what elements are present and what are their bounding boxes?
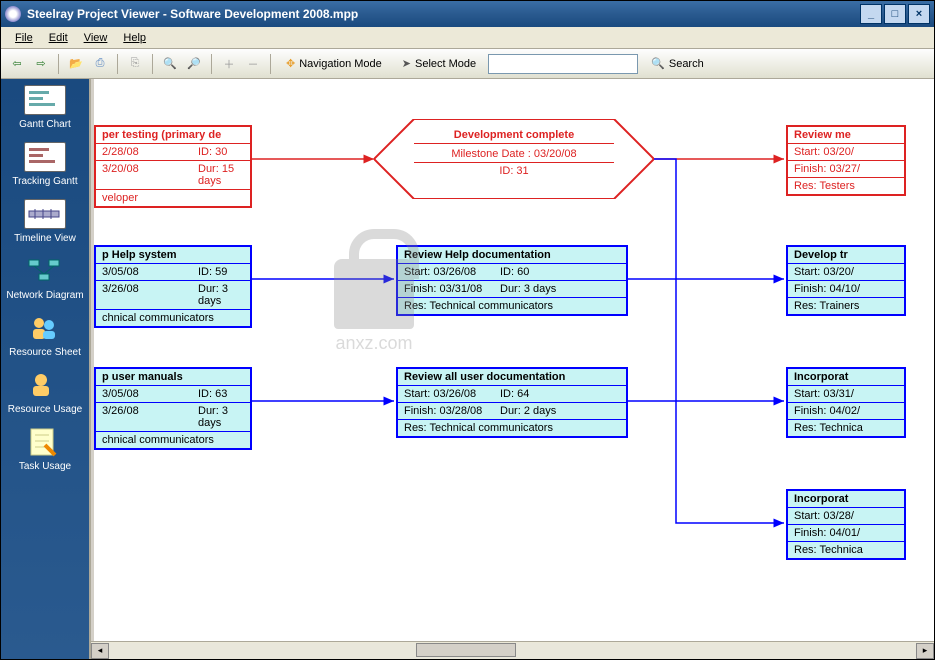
horizontal-scrollbar[interactable]: ◂ ▸	[91, 641, 934, 659]
select-mode-label: Select Mode	[415, 58, 476, 70]
sidebar-item-resource-sheet[interactable]: Resource Sheet	[1, 307, 89, 364]
resource-sheet-icon	[24, 313, 66, 343]
nav-mode-icon: ✥	[286, 57, 295, 70]
task-node-developer-testing[interactable]: per testing (primary de 2/28/08ID: 30 3/…	[94, 125, 252, 208]
node-title: Review me	[788, 127, 904, 144]
menu-help[interactable]: Help	[115, 30, 154, 46]
nav-mode-label: Navigation Mode	[299, 58, 382, 70]
toolbar: ⇦ ⇨ 📂 ⎙ ⎘ 🔍 🔎 ＋ － ✥ Navigation Mode ➤ Se…	[1, 49, 934, 79]
sidebar-item-gantt-chart[interactable]: Gantt Chart	[1, 79, 89, 136]
node-title: p Help system	[96, 247, 250, 264]
node-title: Incorporat	[788, 491, 904, 508]
print-icon[interactable]: ⎙	[90, 54, 110, 74]
separator	[117, 54, 118, 74]
timeline-icon	[24, 199, 66, 229]
select-mode-button[interactable]: ➤ Select Mode	[394, 55, 484, 72]
navigation-mode-button[interactable]: ✥ Navigation Mode	[278, 55, 390, 72]
menu-view[interactable]: View	[76, 30, 116, 46]
select-mode-icon: ➤	[402, 57, 411, 70]
zoom-out-icon[interactable]: 🔎	[184, 54, 204, 74]
expand-icon[interactable]: ＋	[219, 54, 239, 74]
sidebar-label: Resource Usage	[8, 404, 82, 415]
sidebar-item-timeline-view[interactable]: Timeline View	[1, 193, 89, 250]
node-title: per testing (primary de	[96, 127, 250, 144]
task-node-develop-tr[interactable]: Develop tr Start: 03/20/ Finish: 04/10/ …	[786, 245, 906, 316]
window-controls: _ □ ×	[860, 4, 930, 24]
menu-edit[interactable]: Edit	[41, 30, 76, 46]
sidebar-label: Tracking Gantt	[12, 176, 77, 187]
separator	[152, 54, 153, 74]
node-title: Incorporat	[788, 369, 904, 386]
network-diagram-canvas[interactable]: per testing (primary de 2/28/08ID: 30 3/…	[91, 79, 934, 641]
task-node-review-all[interactable]: Review all user documentation Start: 03/…	[396, 367, 628, 438]
task-usage-icon	[24, 427, 66, 457]
milestone-date: Milestone Date : 03/20/08	[414, 146, 614, 163]
close-button[interactable]: ×	[908, 4, 930, 24]
scroll-thumb[interactable]	[416, 643, 516, 657]
canvas-wrap: per testing (primary de 2/28/08ID: 30 3/…	[91, 79, 934, 659]
milestone-title: Development complete	[414, 127, 614, 144]
separator	[270, 54, 271, 74]
gantt-chart-icon	[24, 85, 66, 115]
main-area: Gantt Chart Tracking Gantt Timeline View…	[1, 79, 934, 659]
app-icon	[5, 6, 21, 22]
milestone-node-development-complete[interactable]: Development complete Milestone Date : 03…	[374, 119, 654, 199]
maximize-button[interactable]: □	[884, 4, 906, 24]
node-title: Develop tr	[788, 247, 904, 264]
task-node-help-system[interactable]: p Help system 3/05/08ID: 59 3/26/08Dur: …	[94, 245, 252, 328]
search-input[interactable]	[488, 54, 638, 74]
tracking-gantt-icon	[24, 142, 66, 172]
task-node-review-me[interactable]: Review me Start: 03/20/ Finish: 03/27/ R…	[786, 125, 906, 196]
separator	[211, 54, 212, 74]
window-title: Steelray Project Viewer - Software Devel…	[27, 7, 860, 21]
search-label: Search	[669, 58, 704, 70]
separator	[58, 54, 59, 74]
scroll-right-button[interactable]: ▸	[916, 643, 934, 659]
sidebar-label: Timeline View	[14, 233, 76, 244]
task-node-incorporate-2[interactable]: Incorporat Start: 03/28/ Finish: 04/01/ …	[786, 489, 906, 560]
network-diagram-icon	[24, 256, 66, 286]
search-button[interactable]: 🔍 Search	[642, 54, 713, 73]
sidebar: Gantt Chart Tracking Gantt Timeline View…	[1, 79, 91, 659]
sidebar-label: Resource Sheet	[9, 347, 81, 358]
sidebar-item-tracking-gantt[interactable]: Tracking Gantt	[1, 136, 89, 193]
menu-file[interactable]: File	[7, 30, 41, 46]
sidebar-label: Gantt Chart	[19, 119, 71, 130]
copy-icon[interactable]: ⎘	[125, 54, 145, 74]
menubar: File Edit View Help	[1, 27, 934, 49]
node-title: Review Help documentation	[398, 247, 626, 264]
node-title: Review all user documentation	[398, 369, 626, 386]
open-icon[interactable]: 📂	[66, 54, 86, 74]
forward-button[interactable]: ⇨	[31, 54, 51, 74]
collapse-icon[interactable]: －	[243, 54, 263, 74]
minimize-button[interactable]: _	[860, 4, 882, 24]
scroll-left-button[interactable]: ◂	[91, 643, 109, 659]
sidebar-item-task-usage[interactable]: Task Usage	[1, 421, 89, 478]
sidebar-item-resource-usage[interactable]: Resource Usage	[1, 364, 89, 421]
zoom-in-icon[interactable]: 🔍	[160, 54, 180, 74]
sidebar-item-network-diagram[interactable]: Network Diagram	[1, 250, 89, 307]
milestone-id: ID: 31	[414, 163, 614, 179]
back-button[interactable]: ⇦	[7, 54, 27, 74]
app-window: Steelray Project Viewer - Software Devel…	[0, 0, 935, 660]
node-title: p user manuals	[96, 369, 250, 386]
watermark-text: anxz.com	[334, 333, 414, 354]
sidebar-label: Task Usage	[19, 461, 71, 472]
sidebar-label: Network Diagram	[6, 290, 83, 301]
titlebar: Steelray Project Viewer - Software Devel…	[1, 1, 934, 27]
task-node-review-help[interactable]: Review Help documentation Start: 03/26/0…	[396, 245, 628, 316]
task-node-user-manuals[interactable]: p user manuals 3/05/08ID: 63 3/26/08Dur:…	[94, 367, 252, 450]
task-node-incorporate-1[interactable]: Incorporat Start: 03/31/ Finish: 04/02/ …	[786, 367, 906, 438]
resource-usage-icon	[24, 370, 66, 400]
scroll-track[interactable]	[109, 643, 916, 659]
search-icon: 🔍	[651, 57, 665, 70]
